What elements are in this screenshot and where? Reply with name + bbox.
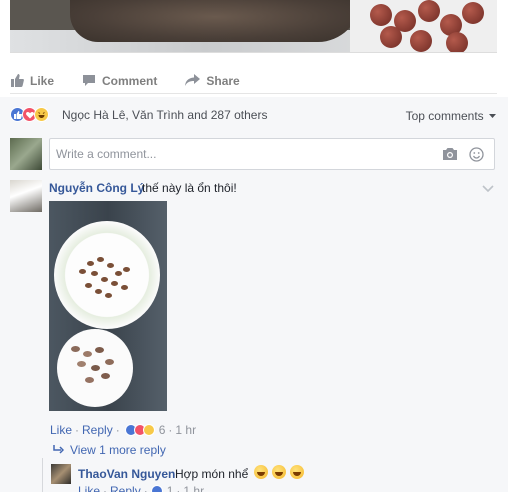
- share-arrow-icon: [185, 74, 201, 87]
- laughing-emoji-icon: [272, 465, 286, 479]
- photo-food: [70, 0, 360, 42]
- chevron-down-icon[interactable]: [482, 182, 494, 196]
- comment-author-name[interactable]: Nguyễn Công Lý: [49, 181, 144, 195]
- meta-separator: ·: [103, 484, 108, 492]
- laughing-emoji-icon: [290, 465, 304, 479]
- comment-composer[interactable]: [49, 138, 495, 170]
- reply-reply-link[interactable]: Reply: [110, 484, 141, 492]
- reply-reaction-count: 1: [166, 484, 174, 492]
- reactions-summary-text[interactable]: Ngọc Hà Lê, Văn Trình and 287 others: [62, 108, 267, 122]
- share-label: Share: [206, 73, 240, 88]
- reply-author-name[interactable]: ThaoVan Nguyen: [78, 467, 175, 481]
- meta-separator: ·: [115, 423, 120, 437]
- comment-author-avatar[interactable]: [10, 180, 42, 212]
- haha-reaction-icon: [142, 424, 155, 436]
- reply-like-link[interactable]: Like: [78, 484, 100, 492]
- haha-reaction-icon: [34, 107, 49, 122]
- reactions-summary-bar: Ngọc Hà Lê, Văn Trình and 287 others Top…: [0, 97, 508, 131]
- comment-attached-photo[interactable]: [49, 201, 167, 411]
- post-photo[interactable]: [10, 0, 497, 53]
- reply-text: Hợp món nhể: [175, 467, 249, 481]
- comment-timestamp[interactable]: 1 hr: [175, 423, 196, 437]
- comment-meta: Like · Reply · 6 · 1 hr: [50, 423, 196, 437]
- share-button[interactable]: Share: [185, 68, 240, 93]
- comment-reply-link[interactable]: Reply: [82, 423, 113, 437]
- comment-like-link[interactable]: Like: [50, 423, 72, 437]
- like-button[interactable]: Like: [10, 68, 54, 93]
- top-comments-dropdown[interactable]: Top comments: [406, 109, 496, 123]
- reply-timestamp[interactable]: 1 hr: [183, 484, 204, 492]
- top-comments-label: Top comments: [405, 109, 484, 123]
- comment-reaction-count: 6: [158, 423, 166, 437]
- comment-label: Comment: [102, 73, 158, 88]
- meta-separator: ·: [75, 423, 80, 437]
- like-reaction-icon[interactable]: [150, 485, 163, 492]
- laughing-emoji-icon: [254, 465, 268, 479]
- caret-down-icon: [487, 109, 496, 123]
- current-user-avatar[interactable]: [10, 138, 42, 170]
- view-more-replies-link[interactable]: View 1 more reply: [53, 443, 166, 457]
- comment-button[interactable]: Comment: [82, 68, 157, 93]
- meta-separator: ·: [168, 423, 173, 437]
- reply-author-avatar[interactable]: [51, 464, 71, 484]
- comment-reaction-icons[interactable]: [124, 424, 155, 436]
- meta-separator: ·: [143, 484, 148, 492]
- reply-arrow-icon: [53, 443, 65, 457]
- meta-separator: ·: [176, 484, 181, 492]
- thumbs-up-icon: [10, 74, 24, 87]
- reply-meta: Like · Reply · 1 · 1 hr: [78, 484, 204, 492]
- comment-input[interactable]: [50, 139, 410, 169]
- camera-icon[interactable]: [442, 147, 458, 164]
- like-label: Like: [30, 73, 55, 88]
- comment-bubble-icon: [82, 74, 96, 87]
- reaction-icons[interactable]: [10, 107, 49, 122]
- photo-grapes-area: [350, 0, 497, 52]
- reply-thread-line: [42, 458, 43, 492]
- view-more-replies-label: View 1 more reply: [70, 443, 166, 457]
- post-action-bar: Like Comment Share: [10, 68, 497, 94]
- comment-text: thế này là ổn thôi!: [142, 181, 237, 195]
- emoji-icon[interactable]: [469, 147, 484, 165]
